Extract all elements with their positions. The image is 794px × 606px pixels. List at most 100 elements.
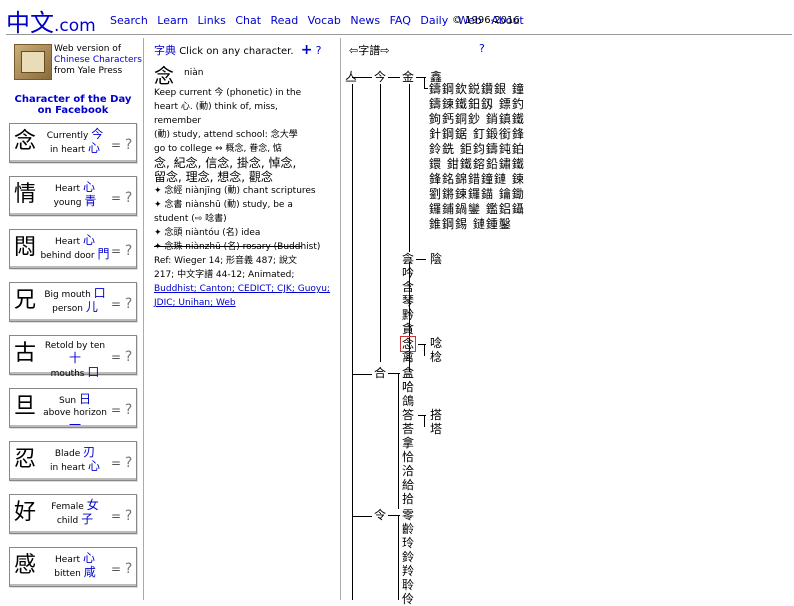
reference-line[interactable]: 217; 中文字譜 44-12; Animated; — [154, 268, 334, 282]
tree-node[interactable]: 黔 — [402, 308, 414, 322]
flashcard-answer[interactable]: = ? — [111, 349, 132, 365]
tree-node[interactable]: 含 — [402, 280, 414, 294]
flashcard-character: 旦 — [14, 394, 37, 419]
flashcard-answer[interactable]: = ? — [111, 137, 132, 153]
tree-line — [352, 374, 372, 375]
derived-characters-block[interactable]: 鑄鋼欽鋭鑽銀 鐘鑄鍊鐵鈤釼 鏢釣鉤鈣銅鈔 銷鎮鐵針鋼鋸 釘鍛銜鋒鈴銑 鉅鈞鑄鈍鉑… — [429, 82, 529, 232]
hint-line2: above horizon — [43, 408, 107, 418]
nav-links[interactable]: Links — [198, 14, 226, 27]
tree-node[interactable]: 搭 — [430, 408, 442, 422]
related-words-line[interactable]: 念, 紀念, 信念, 掛念, 悼念, — [154, 156, 324, 170]
nav-search[interactable]: Search — [110, 14, 148, 27]
tree-node[interactable]: 齡 — [402, 522, 414, 536]
hint-line1: Heart — [55, 555, 81, 565]
flashcard[interactable]: 忍 Blade 刃 in heart 心 = ? — [9, 441, 137, 481]
compound-entry[interactable]: ✦ 念書 niànshū (動) study, be a — [154, 198, 324, 212]
tree-node[interactable]: 吟 — [402, 266, 414, 280]
nav-read[interactable]: Read — [271, 14, 299, 27]
tree-node[interactable]: 聆 — [402, 578, 414, 592]
tree-node[interactable]: 貪 — [402, 322, 414, 336]
compound-entry[interactable]: ✦ 念頭 niàntóu (名) idea — [154, 226, 324, 240]
flashcard[interactable]: 情 Heart 心 young 青 = ? — [9, 176, 137, 216]
flashcard-answer[interactable]: = ? — [111, 455, 132, 471]
tree-node[interactable]: 鴿 — [402, 394, 414, 408]
nav-news[interactable]: News — [350, 14, 380, 27]
nav-chat[interactable]: Chat — [235, 14, 261, 27]
flashcard-answer[interactable]: = ? — [111, 508, 132, 524]
reference-line[interactable]: Ref: Wieger 14; 形音義 487; 說文 — [154, 254, 334, 268]
tree-node[interactable]: 盒 — [402, 366, 414, 380]
tree-node[interactable]: 荅 — [402, 422, 414, 436]
flashcard[interactable]: 古 Retold by ten 十 mouths 口 = ? — [9, 335, 137, 379]
equals-sign: = — [111, 509, 122, 523]
chinese-characters-link[interactable]: Chinese Characters — [54, 55, 142, 65]
tree-node[interactable]: 陰 — [430, 252, 442, 266]
book-cover-icon[interactable] — [14, 44, 52, 80]
tree-node[interactable]: 令 — [374, 508, 386, 522]
tree-node[interactable]: 拿 — [402, 436, 414, 450]
tree-node[interactable]: 塔 — [430, 422, 442, 436]
flashcard-answer[interactable]: = ? — [111, 561, 132, 577]
entry-character[interactable]: 念 — [154, 60, 174, 89]
tree-node[interactable]: 玲 — [402, 536, 414, 550]
tree-title[interactable]: ⇦字譜⇨ — [349, 44, 389, 57]
tree-node[interactable]: 拾 — [402, 492, 414, 506]
tree-node[interactable]: 恰 — [402, 450, 414, 464]
help-link[interactable]: ? — [316, 44, 322, 57]
tree-node[interactable]: 琴 — [402, 294, 414, 308]
tree-node[interactable]: 侌 — [402, 252, 414, 266]
question-mark: ? — [124, 402, 133, 418]
related-words-line[interactable]: 留念, 理念, 想念, 觀念 — [154, 170, 324, 184]
hint-line1: Blade — [54, 449, 81, 459]
tree-node[interactable]: 唸 — [430, 336, 442, 350]
equals-sign: = — [111, 456, 122, 470]
tree-node[interactable]: 答 — [402, 408, 414, 422]
flashcard[interactable]: 悶 Heart 心 behind door 門 = ? — [9, 229, 137, 269]
tree-node[interactable]: 鈴 — [402, 550, 414, 564]
reference-links[interactable]: Buddhist; Canton; CEDICT; CJK; Guoyu; — [154, 282, 334, 296]
references: Ref: Wieger 14; 形音義 487; 說文 217; 中文字譜 44… — [154, 254, 334, 310]
tree-node[interactable]: 給 — [402, 478, 414, 492]
tree-node[interactable]: 禽 — [402, 350, 414, 364]
flashcard[interactable]: 感 Heart 心 bitten 咸 = ? — [9, 547, 137, 587]
add-icon[interactable]: + — [301, 42, 313, 58]
nav-faq[interactable]: FAQ — [390, 14, 411, 27]
tree-help-link[interactable]: ? — [479, 42, 485, 55]
nav-vocab[interactable]: Vocab — [308, 14, 341, 27]
tree-node[interactable]: 伶 — [402, 592, 414, 606]
flashcard-answer[interactable]: = ? — [111, 190, 132, 206]
web-version-text: Web version of — [54, 44, 121, 54]
tree-node[interactable]: 哈 — [402, 380, 414, 394]
character-of-the-day-link[interactable]: Character of the Day on Facebook — [8, 94, 138, 116]
logo-suffix: .com — [54, 16, 96, 36]
compound-entry[interactable]: ✦ 念經 niànjīng (動) chant scriptures — [154, 184, 324, 198]
tree-node[interactable]: 羚 — [402, 564, 414, 578]
tree-node[interactable]: 零 — [402, 508, 414, 522]
flashcard[interactable]: 兄 Big mouth 口 person 儿 = ? — [9, 282, 137, 322]
tree-node[interactable]: 合 — [374, 366, 386, 380]
flashcard[interactable]: 念 Currently 今 in heart 心 = ? — [9, 123, 137, 163]
flashcard[interactable]: 旦 Sun 日 above horizon 一 = ? — [9, 388, 137, 431]
reference-links[interactable]: JDIC; Unihan; Web — [154, 296, 334, 310]
tree-line — [398, 515, 399, 600]
yale-press-text: from Yale Press — [54, 66, 123, 76]
copyright: © 1996-2016 — [452, 15, 520, 26]
flashcard[interactable]: 好 Female 女 child 子 = ? — [9, 494, 137, 534]
flashcard-answer[interactable]: = ? — [111, 296, 132, 312]
tree-node[interactable]: 洽 — [402, 464, 414, 478]
tree-node[interactable]: 今 — [374, 70, 386, 84]
question-mark: ? — [124, 349, 133, 365]
flashcard-answer[interactable]: = ? — [111, 402, 132, 418]
flashcard-character: 忍 — [14, 447, 37, 472]
nav-daily[interactable]: Daily — [420, 14, 448, 27]
nav-learn[interactable]: Learn — [157, 14, 188, 27]
hint-line2: bitten — [54, 569, 81, 579]
tree-node[interactable]: 棯 — [430, 350, 442, 364]
hint-char1: 心 — [82, 180, 95, 194]
flashcard-answer[interactable]: = ? — [111, 243, 132, 259]
tree-node[interactable]: 金 — [402, 70, 414, 84]
compound-entry[interactable]: ✦ 念珠 niànzhū (名) rosary (Buddhist) — [154, 240, 324, 254]
hint-line1: Heart — [55, 184, 81, 194]
site-logo[interactable]: 中文.com — [6, 3, 96, 38]
hint-line1: Currently — [46, 131, 89, 141]
